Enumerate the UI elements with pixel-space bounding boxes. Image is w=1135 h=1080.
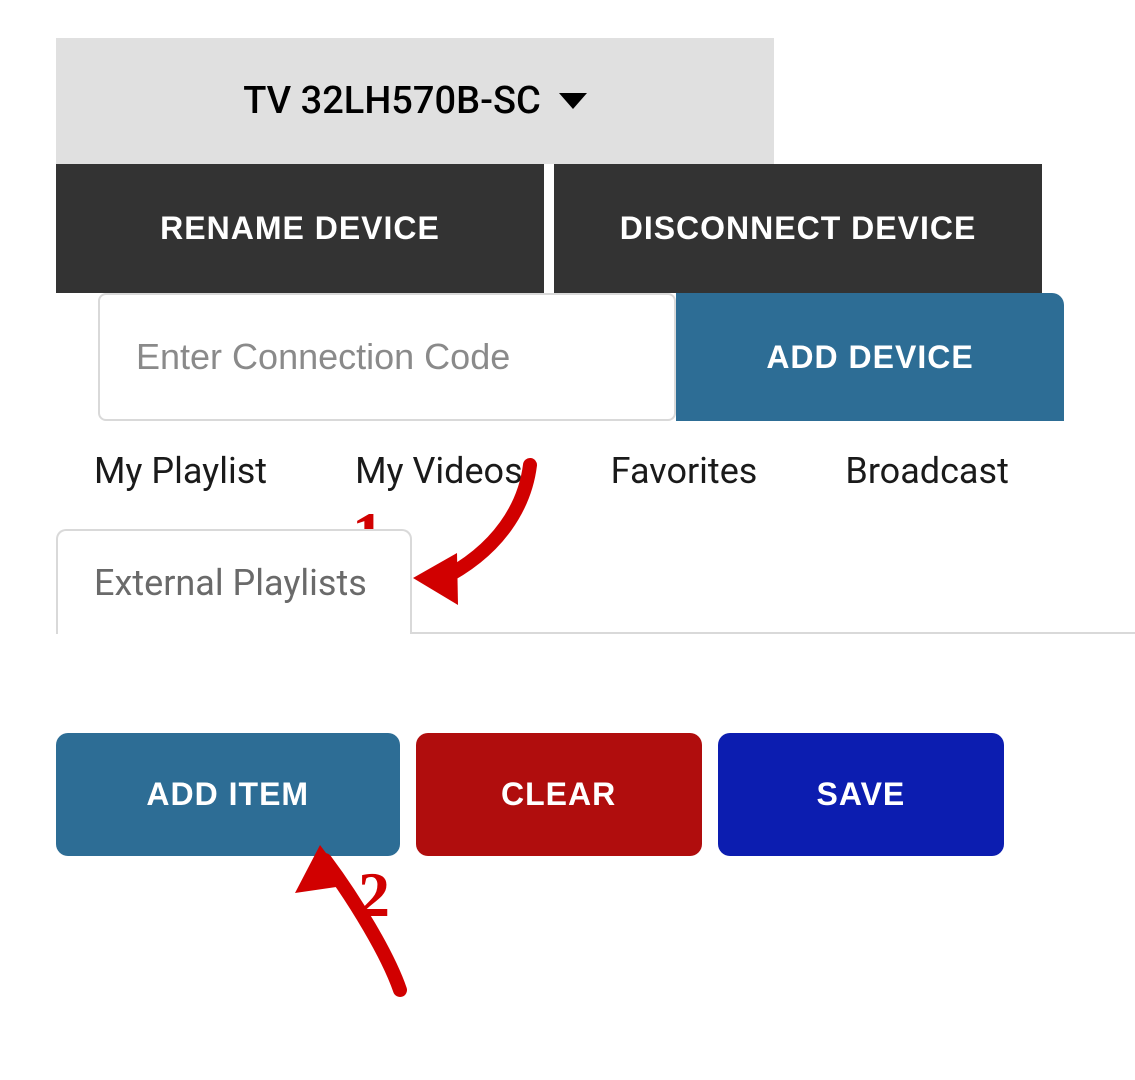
tab-broadcast[interactable]: Broadcast bbox=[845, 450, 1008, 492]
add-device-button[interactable]: ADD DEVICE bbox=[676, 293, 1064, 421]
tab-external-playlists-label: External Playlists bbox=[94, 562, 367, 604]
tabs-row: My Playlist My Videos Favorites Broadcas… bbox=[94, 450, 1009, 492]
tab-underline bbox=[410, 632, 1135, 634]
tab-external-playlists[interactable]: External Playlists bbox=[56, 529, 412, 634]
annotation-arrow-2-icon bbox=[280, 845, 440, 1005]
rename-device-button[interactable]: RENAME DEVICE bbox=[56, 164, 544, 293]
connection-code-input[interactable] bbox=[98, 293, 676, 421]
clear-button[interactable]: CLEAR bbox=[416, 733, 702, 856]
tab-favorites[interactable]: Favorites bbox=[611, 450, 758, 492]
caret-down-icon bbox=[559, 93, 587, 109]
action-buttons-row: ADD ITEM CLEAR SAVE bbox=[56, 733, 1004, 856]
save-button[interactable]: SAVE bbox=[718, 733, 1004, 856]
connection-row: ADD DEVICE bbox=[98, 293, 1064, 421]
annotation-step-2: 2 bbox=[358, 858, 390, 932]
device-selector[interactable]: TV 32LH570B-SC bbox=[56, 38, 774, 164]
annotation-number-2: 2 bbox=[358, 859, 390, 930]
tab-my-videos[interactable]: My Videos bbox=[355, 450, 523, 492]
disconnect-device-button[interactable]: DISCONNECT DEVICE bbox=[554, 164, 1042, 293]
device-actions-row: RENAME DEVICE DISCONNECT DEVICE bbox=[56, 164, 1042, 293]
tab-my-playlist[interactable]: My Playlist bbox=[94, 450, 267, 492]
add-item-button[interactable]: ADD ITEM bbox=[56, 733, 400, 856]
device-selector-label: TV 32LH570B-SC bbox=[243, 79, 541, 123]
